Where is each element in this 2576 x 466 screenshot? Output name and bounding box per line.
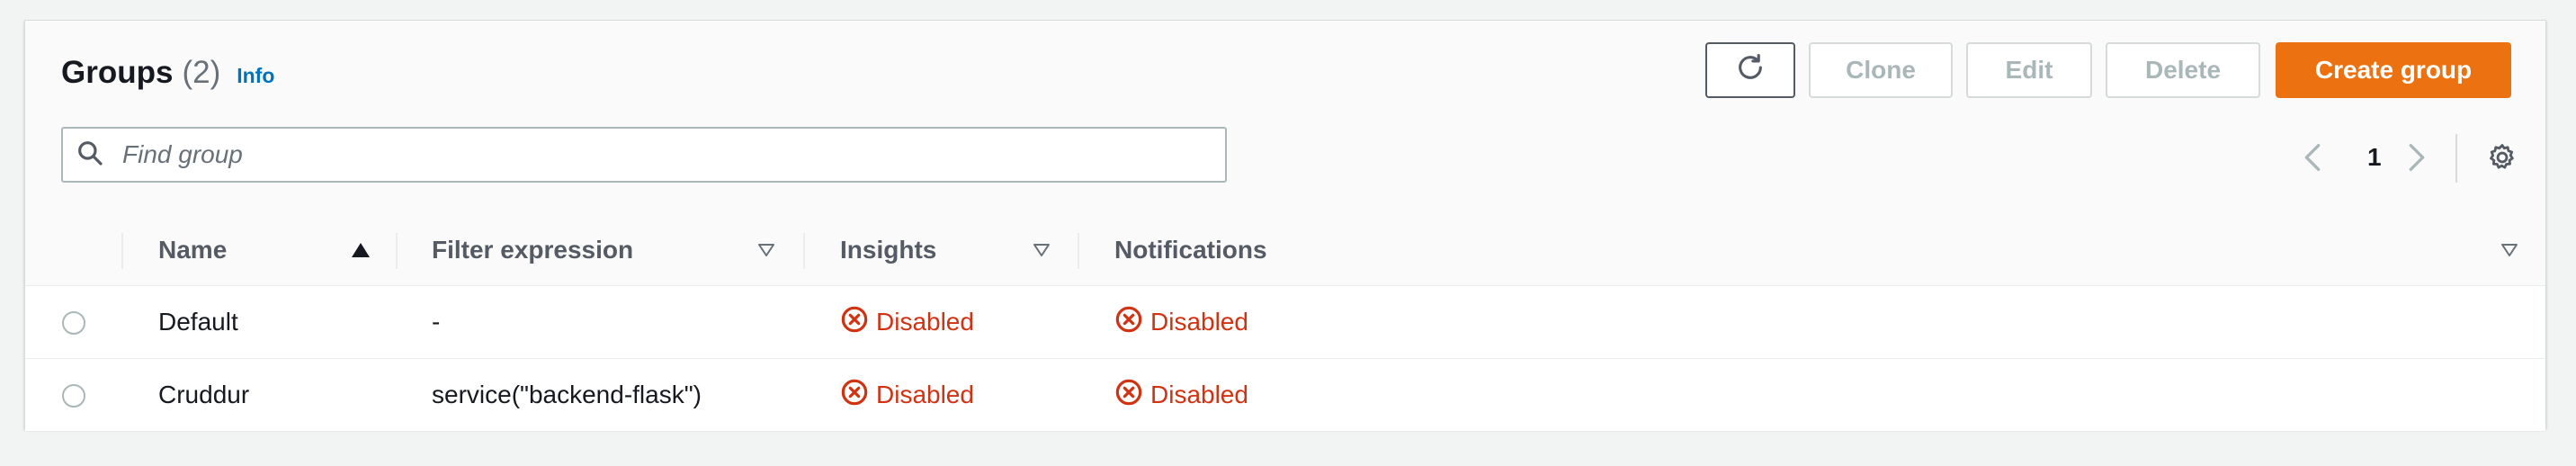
status-text: Disabled <box>876 381 974 408</box>
refresh-button[interactable] <box>1705 42 1795 98</box>
column-divider <box>396 233 398 269</box>
column-header-filter-expression[interactable]: Filter expression <box>432 215 633 285</box>
preferences-button[interactable] <box>2484 141 2520 177</box>
sort-ascending-icon[interactable] <box>351 215 371 285</box>
sort-caret-down-icon[interactable] <box>2500 215 2518 285</box>
current-page-number[interactable]: 1 <box>2367 143 2382 172</box>
status-error-icon <box>1114 305 1150 340</box>
pager-divider <box>2455 134 2457 183</box>
table-row[interactable]: Default - Disabled Disabled <box>25 286 2545 359</box>
clone-button[interactable]: Clone <box>1809 42 1953 98</box>
status-text: Disabled <box>1150 308 1248 336</box>
groups-panel: Groups (2) Info Clone Edit Delete Create… <box>24 20 2546 431</box>
cell-notifications-status: Disabled <box>1114 286 1248 358</box>
status-error-icon <box>840 378 876 413</box>
previous-page-button[interactable] <box>2299 141 2326 177</box>
column-header-notifications[interactable]: Notifications <box>1114 215 1267 285</box>
cell-filter-expression: service("backend-flask") <box>432 381 702 408</box>
status-text: Disabled <box>876 308 974 336</box>
next-page-button[interactable] <box>2403 141 2430 177</box>
table-header: Name Filter expression Insights Notifica… <box>25 215 2545 286</box>
refresh-icon <box>1735 52 1766 89</box>
cell-insights-status: Disabled <box>840 359 974 431</box>
chevron-right-icon <box>2408 142 2426 177</box>
status-text: Disabled <box>1150 381 1248 408</box>
group-count: (2) <box>182 55 221 90</box>
row-select-radio[interactable] <box>62 384 85 408</box>
cell-notifications-status: Disabled <box>1114 359 1248 431</box>
chevron-left-icon <box>2303 142 2321 177</box>
create-group-button[interactable]: Create group <box>2276 42 2511 98</box>
column-header-notifications-label: Notifications <box>1114 236 1267 264</box>
delete-button[interactable]: Delete <box>2106 42 2260 98</box>
page-title: Groups <box>61 55 174 90</box>
groups-header: Groups (2) Info Clone Edit Delete Create… <box>25 21 2545 216</box>
cell-filter-expression: - <box>432 308 441 336</box>
column-divider <box>121 233 123 269</box>
gear-icon <box>2487 142 2518 177</box>
column-divider <box>803 233 805 269</box>
table-row[interactable]: Cruddur service("backend-flask") Disable… <box>25 359 2545 431</box>
sort-caret-down-icon[interactable] <box>1033 215 1051 285</box>
column-divider <box>1078 233 1079 269</box>
cell-insights-status: Disabled <box>840 286 974 358</box>
search-input[interactable] <box>121 139 1185 170</box>
column-header-name-label: Name <box>158 236 228 264</box>
edit-button[interactable]: Edit <box>1966 42 2092 98</box>
cell-name: Default <box>158 308 238 336</box>
search-field[interactable] <box>61 127 1227 183</box>
search-icon <box>63 139 104 172</box>
column-header-filter-expression-label: Filter expression <box>432 236 634 264</box>
status-error-icon <box>1114 378 1150 413</box>
column-header-insights-label: Insights <box>840 236 937 264</box>
column-header-insights[interactable]: Insights <box>840 215 936 285</box>
title-row: Groups (2) Info <box>61 55 274 91</box>
row-select-radio[interactable] <box>62 311 85 335</box>
info-link[interactable]: Info <box>237 64 274 88</box>
cell-name: Cruddur <box>158 381 250 408</box>
sort-caret-down-icon[interactable] <box>757 215 775 285</box>
status-error-icon <box>840 305 876 340</box>
column-header-name[interactable]: Name <box>158 215 227 285</box>
